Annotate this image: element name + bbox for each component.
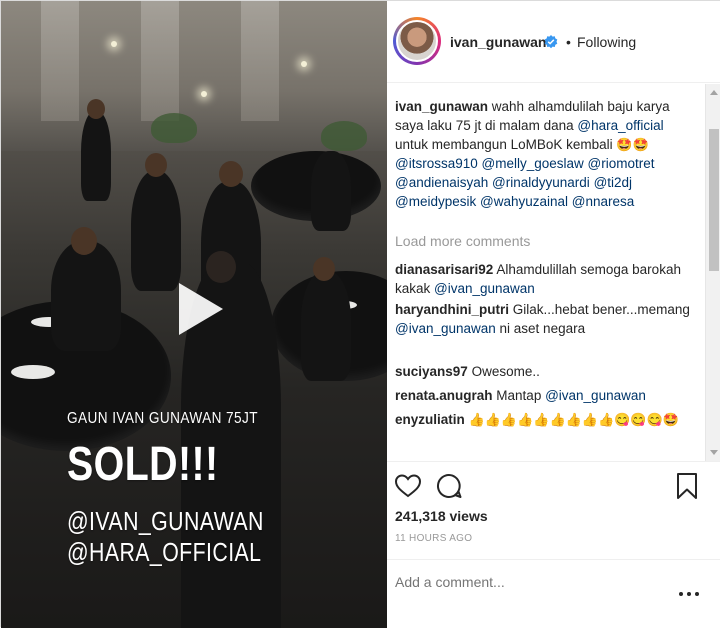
caption-mention[interactable]: @meidypesik [395,194,476,209]
caption-mention[interactable]: @andienaisyah [395,175,488,190]
scroll-up-arrow-icon[interactable] [710,90,718,95]
comment-text: Gilak...hebat bener...memang [512,302,690,317]
post-actions: 241,318 views 11 HOURS AGO [387,461,720,569]
comment-text: Mantap [496,388,546,403]
scrollbar-thumb[interactable] [709,129,719,271]
comment: suciyans97 Owesome.. [395,362,700,381]
header-username[interactable]: ivan_gunawan [450,34,546,50]
comment-icon[interactable] [435,472,463,500]
post-caption: ivan_gunawan wahh alhamdulilah baju kary… [395,97,700,211]
comment-text: Owesome.. [471,364,540,379]
more-options-icon[interactable] [677,584,701,604]
comment-username[interactable]: suciyans97 [395,364,468,379]
play-icon[interactable] [165,277,229,341]
caption-emoji: 🤩🤩 [616,137,649,152]
video-caption-sold: SOLD!!! [67,438,219,491]
caption-mention[interactable]: @riomotret [588,156,655,171]
post-dialog: GAUN IVAN GUNAWAN 75JT SOLD!!! @IVAN_GUN… [0,0,720,628]
comment: renata.anugrah Mantap @ivan_gunawan [395,386,700,405]
heart-icon[interactable] [394,472,422,500]
comment-mention[interactable]: @ivan_gunawan [434,281,535,296]
caption-mention[interactable]: @rinaldyyunardi [492,175,590,190]
comment: haryandhini_putri Gilak...hebat bener...… [395,300,700,338]
comment-username[interactable]: dianasarisari92 [395,262,493,277]
comment-username[interactable]: renata.anugrah [395,388,493,403]
post-header: ivan_gunawan • Following [387,1,720,83]
avatar[interactable] [396,20,438,62]
caption-mention[interactable]: @itsrossa910 [395,156,478,171]
post-video[interactable]: GAUN IVAN GUNAWAN 75JT SOLD!!! @IVAN_GUN… [1,1,387,628]
scroll-down-arrow-icon[interactable] [710,450,718,455]
caption-mention[interactable]: @wahyuzainal [480,194,568,209]
comment-username[interactable]: haryandhini_putri [395,302,509,317]
caption-mention[interactable]: @nnaresa [572,194,635,209]
load-more-comments-button[interactable]: Load more comments [395,233,530,249]
caption-mention[interactable]: @melly_goeslaw [482,156,584,171]
caption-mention[interactable]: @hara_official [577,118,663,133]
caption-mention[interactable]: @ti2dj [594,175,632,190]
comments-list[interactable]: ivan_gunawan wahh alhamdulilah baju kary… [387,84,705,461]
caption-username[interactable]: ivan_gunawan [395,99,488,114]
avatar-story-ring[interactable] [393,17,441,65]
comment-text: ni aset negara [495,321,586,336]
verified-badge-icon [544,35,558,49]
bookmark-icon[interactable] [673,472,701,500]
view-count[interactable]: 241,318 views [395,508,488,524]
video-caption-handle-1: @IVAN_GUNAWAN [67,506,264,536]
comment: dianasarisari92 Alhamdulillah semoga bar… [395,260,700,298]
caption-text: untuk membangun LoMBoK kembali [395,137,617,152]
comment-mention[interactable]: @ivan_gunawan [545,388,646,403]
post-sidebar: ivan_gunawan • Following ivan_gunawan wa… [387,1,720,628]
add-comment-input[interactable] [395,574,665,590]
following-button[interactable]: Following [577,34,636,50]
comments-scrollbar[interactable] [705,84,720,461]
header-separator: • [566,34,571,50]
add-comment-bar [387,559,720,628]
comment: enyzuliatin 👍👍👍👍👍👍👍👍👍😋😋😋🤩 [395,410,700,429]
comment-emoji: 👍👍👍👍👍👍👍👍👍😋😋😋🤩 [468,412,679,427]
comment-username[interactable]: enyzuliatin [395,412,465,427]
video-caption-handle-2: @HARA_OFFICIAL [67,537,262,567]
post-timestamp[interactable]: 11 HOURS AGO [395,533,472,544]
video-caption-line-1: GAUN IVAN GUNAWAN 75JT [67,410,258,427]
comment-mention[interactable]: @ivan_gunawan [395,321,496,336]
